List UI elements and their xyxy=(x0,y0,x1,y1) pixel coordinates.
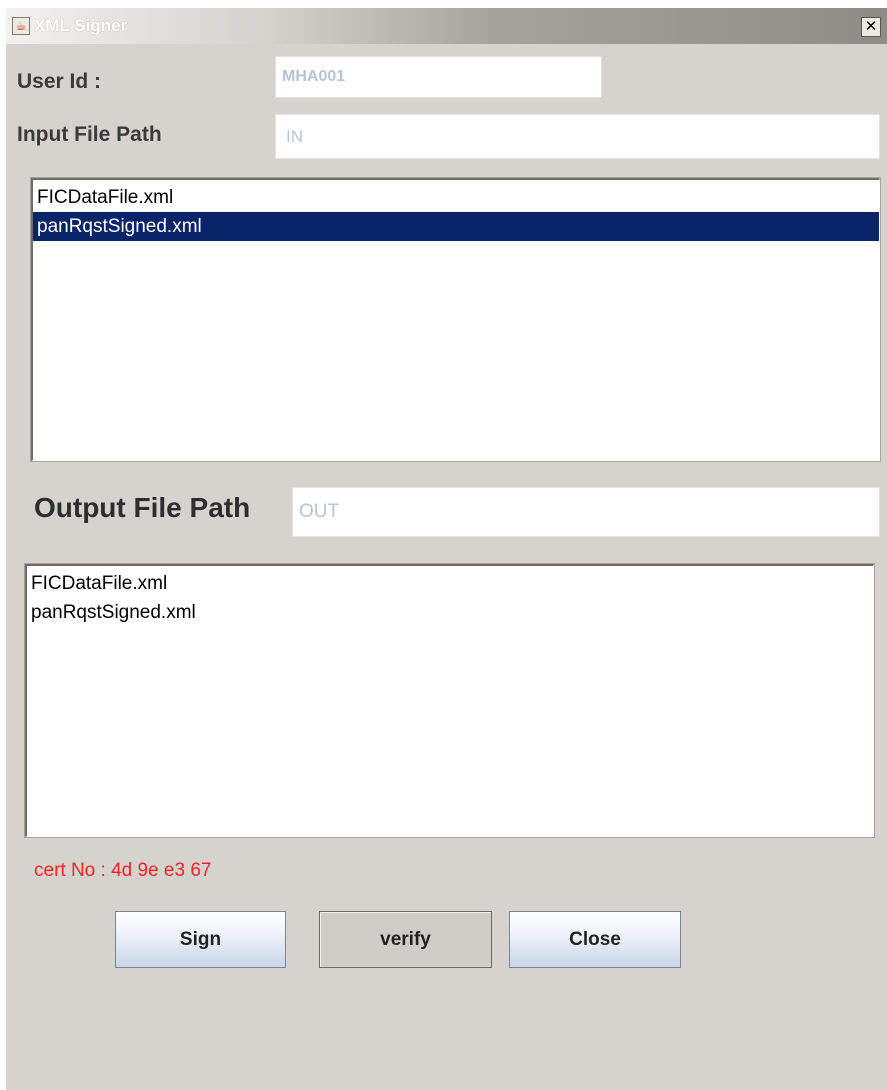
sign-button[interactable]: Sign xyxy=(115,911,286,968)
output-file-path-field[interactable]: OUT xyxy=(292,487,880,537)
input-file-path-field[interactable]: IN xyxy=(275,114,880,159)
list-item[interactable]: panRqstSigned.xml xyxy=(27,598,873,627)
list-item[interactable]: FICDataFile.xml xyxy=(27,569,873,598)
user-id-field[interactable]: MHA001 xyxy=(275,56,602,98)
verify-button[interactable]: verify xyxy=(319,911,492,968)
output-file-list[interactable]: FICDataFile.xml panRqstSigned.xml xyxy=(25,564,874,837)
close-window-button[interactable]: ✕ xyxy=(861,17,881,37)
input-file-path-label: Input File Path xyxy=(17,123,162,146)
input-file-list[interactable]: FICDataFile.xml panRqstSigned.xml xyxy=(31,178,880,461)
close-button[interactable]: Close xyxy=(509,911,681,968)
user-id-label: User Id : xyxy=(17,70,102,93)
cert-number-text: cert No : 4d 9e e3 67 xyxy=(34,860,212,881)
list-item[interactable]: FICDataFile.xml xyxy=(33,183,879,212)
window-title: XML Signer xyxy=(34,16,128,35)
output-file-path-label: Output File Path xyxy=(34,492,251,523)
list-item-selected[interactable]: panRqstSigned.xml xyxy=(33,212,879,241)
xml-signer-window: ☕ XML Signer ✕ User Id : MHA001 Input Fi… xyxy=(6,8,887,1090)
java-cup-icon: ☕ xyxy=(12,17,30,35)
title-bar[interactable]: ☕ XML Signer ✕ xyxy=(6,8,887,44)
